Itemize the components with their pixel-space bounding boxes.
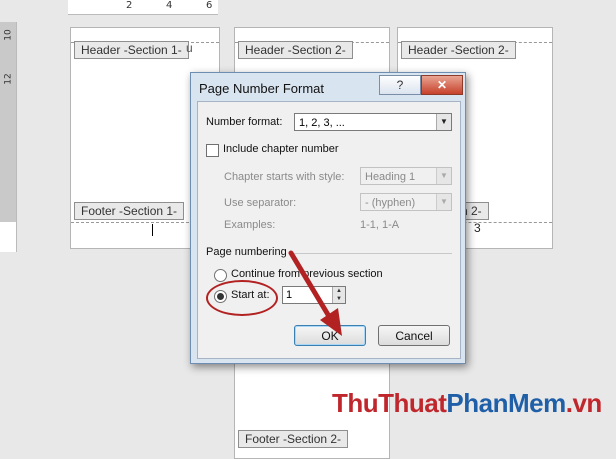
watermark-part-2: PhanMem [446,388,566,418]
site-watermark: ThuThuatPhanMem.vn [332,388,602,419]
watermark-part-1: ThuThuat [332,388,447,418]
watermark-part-3: .vn [565,388,603,418]
annotation-arrow [288,250,342,336]
